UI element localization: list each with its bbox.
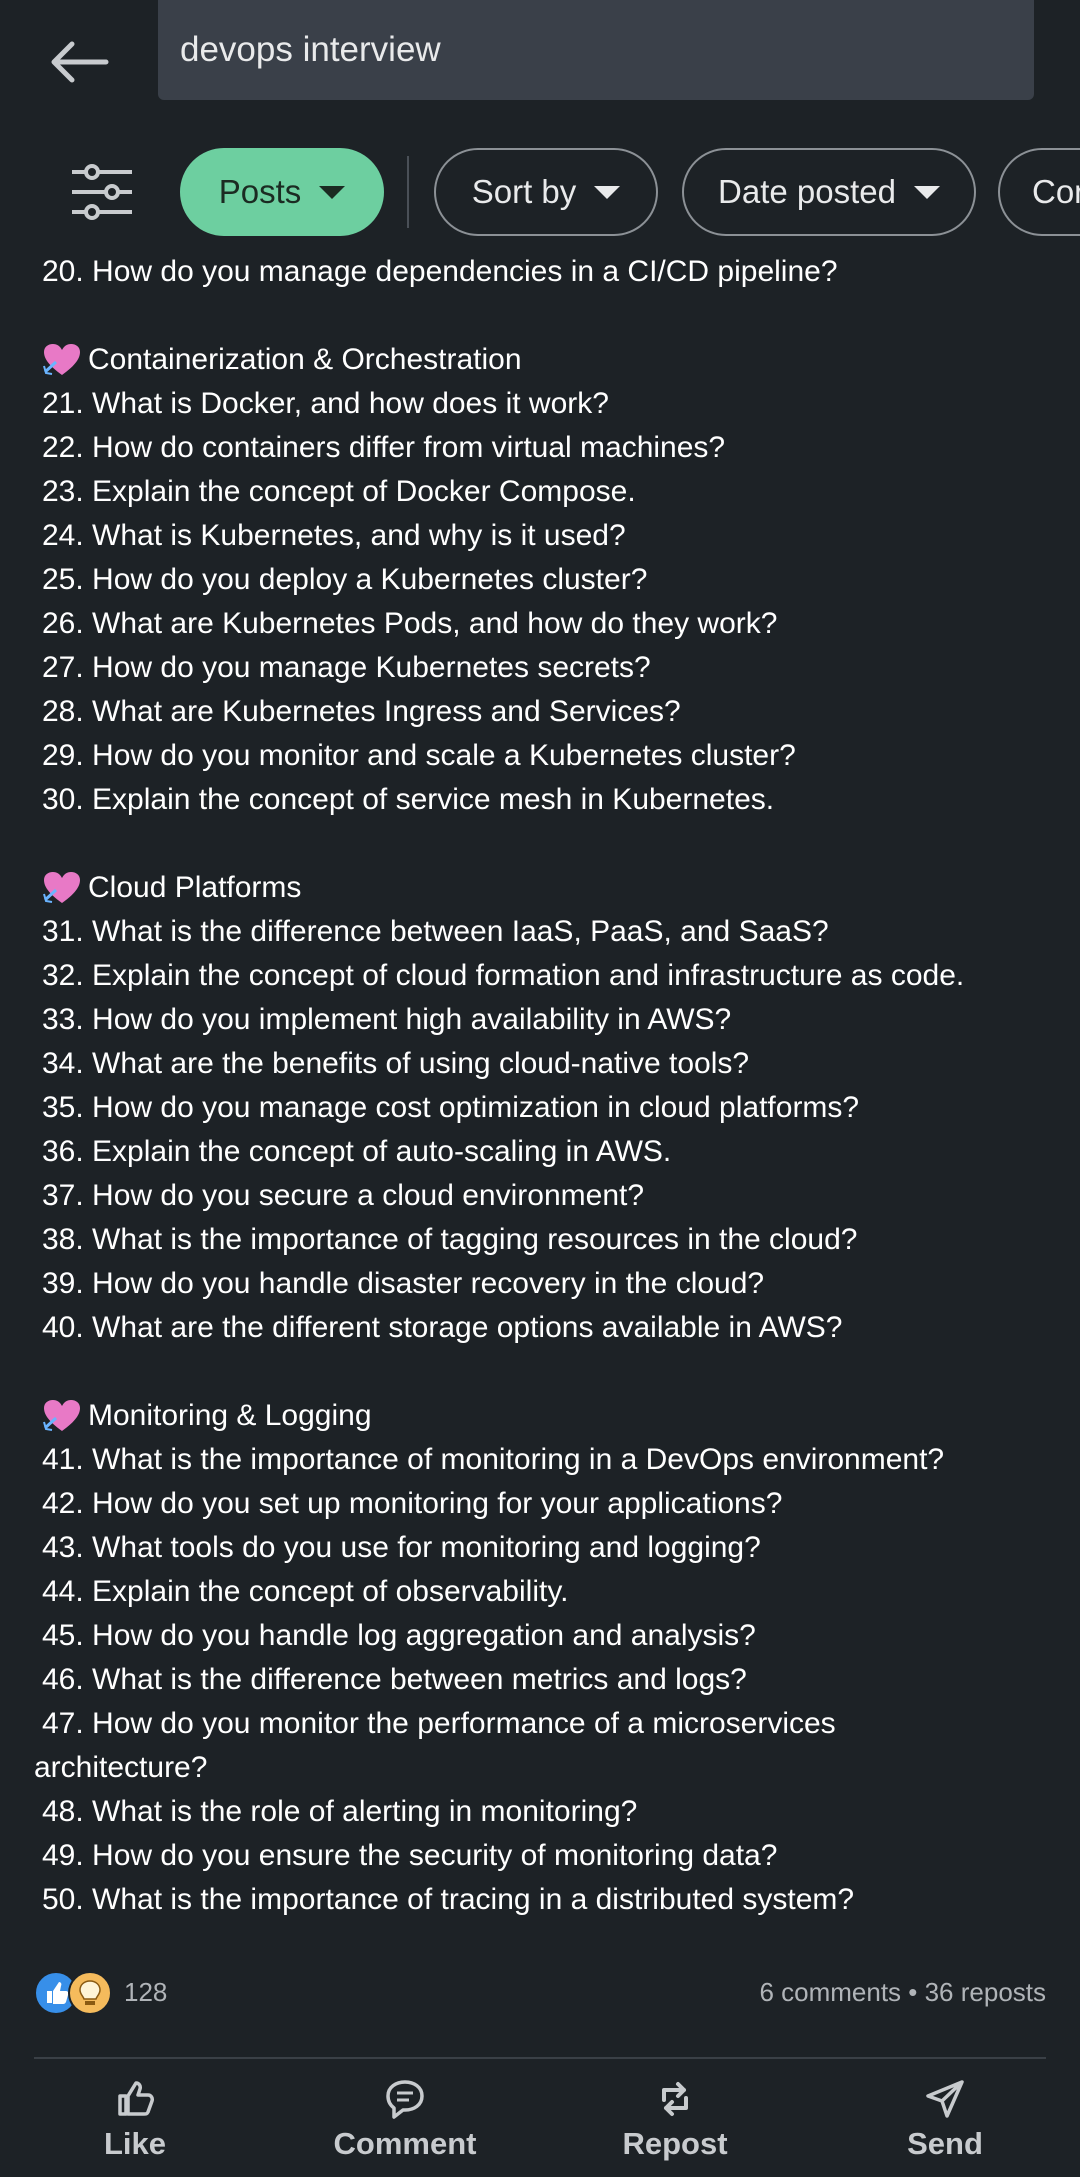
arrow-left-icon	[51, 41, 109, 83]
list-item: 43. What tools do you use for monitoring…	[42, 1531, 761, 1564]
list-item: 24. What is Kubernetes, and why is it us…	[42, 519, 626, 552]
list-item: 29. How do you monitor and scale a Kuber…	[42, 739, 796, 772]
list-item: 30. Explain the concept of service mesh …	[42, 783, 775, 816]
list-item: 48. What is the role of alerting in moni…	[42, 1795, 638, 1828]
filter-chip-sort-by[interactable]: Sort by	[434, 148, 658, 236]
search-query: devops interview	[180, 30, 441, 69]
list-item: 44. Explain the concept of observability…	[42, 1575, 569, 1608]
filter-divider	[407, 156, 409, 228]
list-item: 45. How do you handle log aggregation an…	[42, 1619, 756, 1652]
comment-icon	[386, 2080, 424, 2119]
list-item: 20. How do you manage dependencies in a …	[42, 255, 838, 288]
reaction-count: 128	[124, 1977, 168, 2007]
back-button[interactable]	[38, 30, 118, 94]
list-item: 22. How do containers differ from virtua…	[42, 431, 726, 464]
thumbs-up-icon	[118, 2081, 154, 2116]
list-item: 34. What are the benefits of using cloud…	[42, 1047, 750, 1080]
list-item: 36. Explain the concept of auto-scaling …	[42, 1135, 672, 1168]
list-item: 28. What are Kubernetes Ingress and Serv…	[42, 695, 681, 728]
heart-with-arrow-icon	[43, 1400, 80, 1431]
list-item: 37. How do you secure a cloud environmen…	[42, 1179, 645, 1212]
section-heading: Containerization & Orchestration	[0, 338, 1080, 382]
list-item: 33. How do you implement high availabili…	[42, 1003, 732, 1036]
filter-bar: Posts Sort by Date posted Con	[0, 140, 1080, 244]
list-item: 47. How do you monitor the performance o…	[42, 1707, 836, 1740]
filter-chip-partial[interactable]: Con	[998, 148, 1080, 236]
repost-button[interactable]: Repost	[540, 2070, 810, 2177]
heart-with-arrow-icon	[43, 872, 80, 903]
post-body: 20. How do you manage dependencies in a …	[0, 250, 1080, 1922]
filter-sliders-icon[interactable]	[68, 164, 136, 220]
list-item: 31. What is the difference between IaaS,…	[42, 915, 829, 948]
filter-chip-date-posted[interactable]: Date posted	[682, 148, 976, 236]
search-input[interactable]: devops interview	[158, 0, 1034, 100]
list-item: 49. How do you ensure the security of mo…	[42, 1839, 778, 1872]
divider	[34, 2057, 1046, 2059]
comment-button[interactable]: Comment	[270, 2070, 540, 2177]
list-item: 27. How do you manage Kubernetes secrets…	[42, 651, 651, 684]
send-button[interactable]: Send	[810, 2070, 1080, 2177]
send-icon	[926, 2080, 964, 2118]
list-item: 50. What is the importance of tracing in…	[42, 1883, 855, 1916]
top-bar: devops interview	[0, 0, 1080, 130]
list-item: 35. How do you manage cost optimization …	[42, 1091, 860, 1124]
comments-reposts-count[interactable]: 6 comments • 36 reposts	[759, 1977, 1046, 2008]
post-actions: Like Comment Repost Send	[0, 2070, 1080, 2177]
caret-down-icon	[319, 185, 346, 199]
list-item: 40. What are the different storage optio…	[42, 1311, 843, 1344]
list-item-continuation: architecture?	[34, 1751, 208, 1784]
reaction-bar[interactable]: 128 6 comments • 36 reposts	[0, 1965, 1080, 2025]
list-item: 32. Explain the concept of cloud formati…	[42, 959, 965, 992]
caret-down-icon	[594, 185, 621, 199]
reaction-icons	[34, 1971, 112, 2015]
repost-icon	[662, 2082, 688, 2116]
list-item: 46. What is the difference between metri…	[42, 1663, 747, 1696]
like-button[interactable]: Like	[0, 2070, 270, 2177]
section-heading: Cloud Platforms	[0, 866, 1080, 910]
filter-chip-posts[interactable]: Posts	[180, 148, 384, 236]
list-item: 39. How do you handle disaster recovery …	[42, 1267, 765, 1300]
list-item: 23. Explain the concept of Docker Compos…	[42, 475, 636, 508]
list-item: 41. What is the importance of monitoring…	[42, 1443, 945, 1476]
list-item: 25. How do you deploy a Kubernetes clust…	[42, 563, 648, 596]
heart-with-arrow-icon	[43, 344, 80, 375]
list-item: 26. What are Kubernetes Pods, and how do…	[42, 607, 778, 640]
list-item: 42. How do you set up monitoring for you…	[42, 1487, 783, 1520]
section-heading: Monitoring & Logging	[0, 1394, 1080, 1438]
caret-down-icon	[913, 185, 940, 199]
list-item: 21. What is Docker, and how does it work…	[42, 387, 609, 420]
list-item: 38. What is the importance of tagging re…	[42, 1223, 858, 1256]
